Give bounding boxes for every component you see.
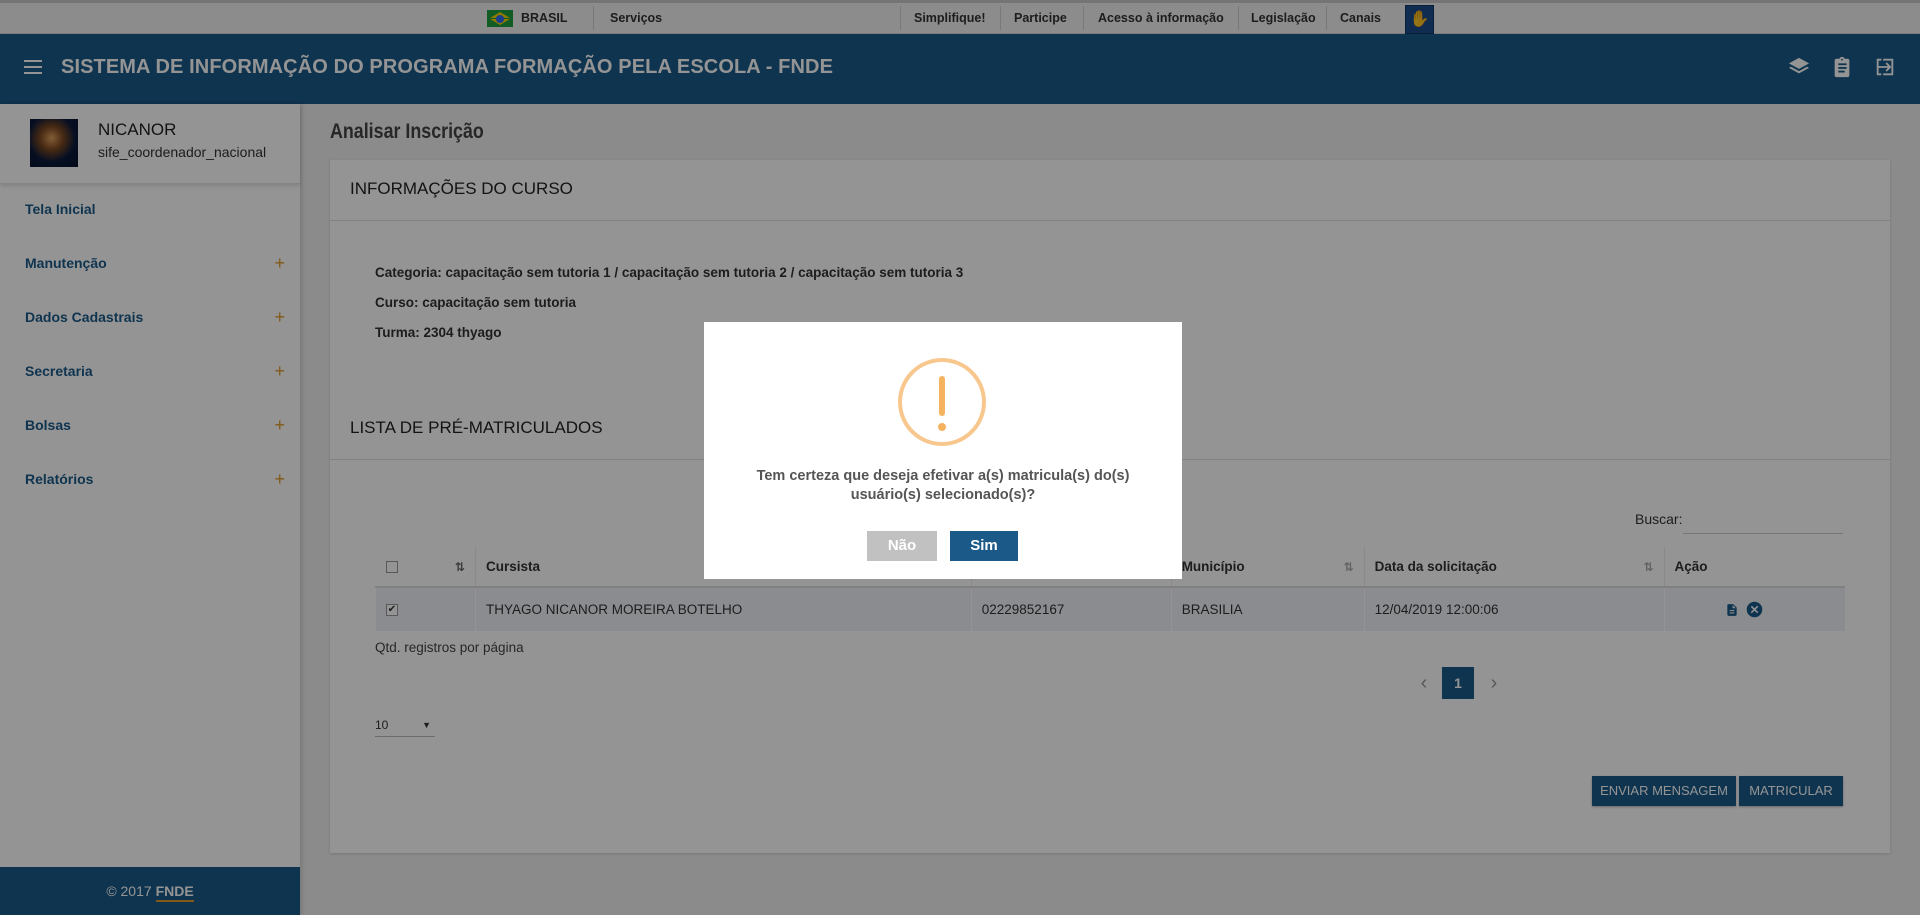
no-button[interactable]: Não (867, 531, 937, 561)
exclamation-bar (939, 376, 945, 416)
confirm-dialog: Tem certeza que deseja efetivar a(s) mat… (704, 322, 1182, 579)
gov-bar-uncovered (0, 0, 1920, 34)
yes-button[interactable]: Sim (950, 531, 1018, 561)
warning-icon (898, 358, 986, 446)
confirm-message: Tem certeza que deseja efetivar a(s) mat… (756, 468, 1130, 503)
exclamation-dot (938, 423, 946, 431)
